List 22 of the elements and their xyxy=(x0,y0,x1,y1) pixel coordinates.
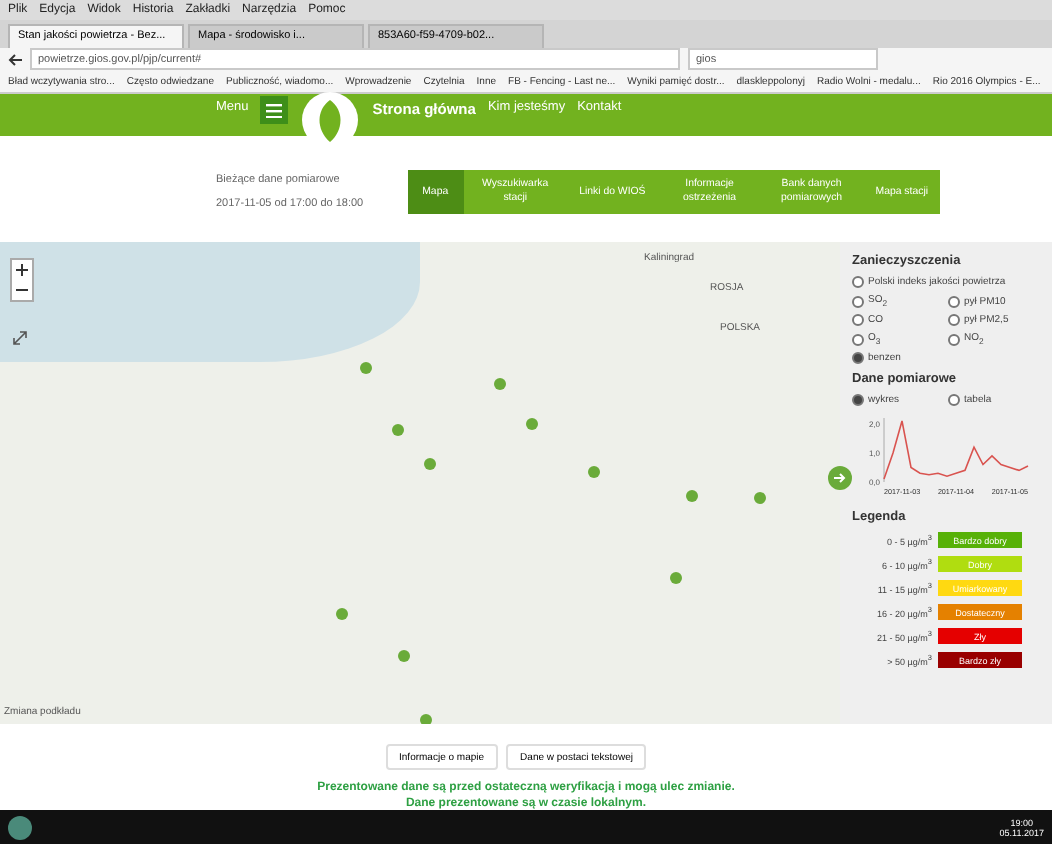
station-marker[interactable] xyxy=(392,424,404,437)
station-marker[interactable] xyxy=(670,572,682,585)
station-marker[interactable] xyxy=(398,650,410,663)
station-marker[interactable] xyxy=(424,458,436,471)
station-marker[interactable] xyxy=(360,362,372,375)
y-axis xyxy=(883,418,885,484)
back-arrow-icon[interactable] xyxy=(8,53,22,66)
zoom-in-button[interactable] xyxy=(12,260,32,281)
start-icon[interactable] xyxy=(8,815,32,840)
menu-icon[interactable] xyxy=(260,96,289,125)
minus-icon xyxy=(16,284,28,297)
next-button[interactable] xyxy=(828,466,852,491)
plus-icon xyxy=(16,264,28,277)
arrow-right-icon xyxy=(834,472,846,485)
station-marker[interactable] xyxy=(494,378,506,391)
expand-icon[interactable] xyxy=(12,330,28,347)
station-marker[interactable] xyxy=(336,608,348,621)
station-marker[interactable] xyxy=(588,466,600,479)
station-marker[interactable] xyxy=(754,492,766,505)
station-marker[interactable] xyxy=(420,714,432,725)
station-marker[interactable] xyxy=(526,418,538,431)
station-marker[interactable] xyxy=(686,490,698,503)
